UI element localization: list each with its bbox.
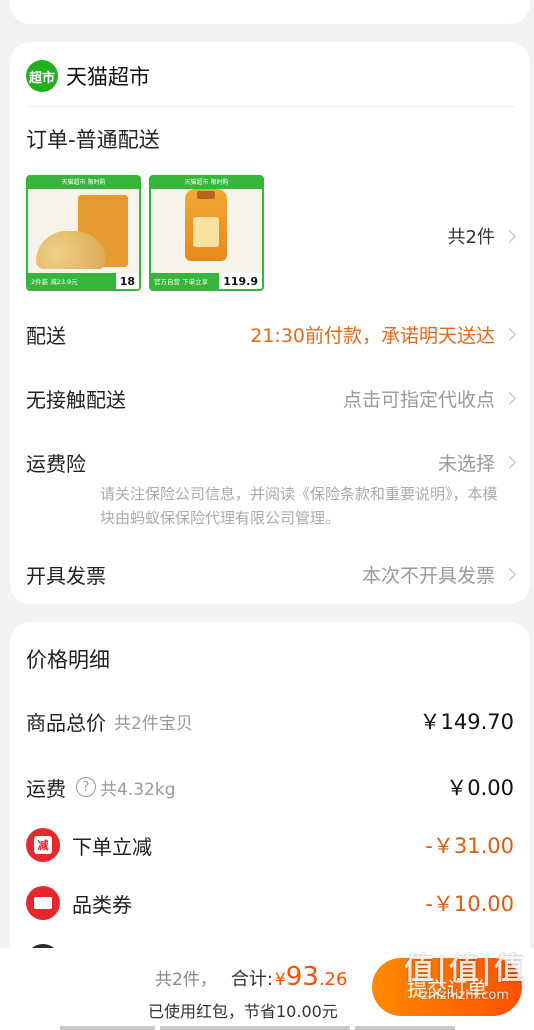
home-indicator xyxy=(355,1026,455,1030)
watermark-url: zhizhizhi.com xyxy=(421,988,509,1003)
contactless-row[interactable]: 无接触配送 点击可指定代收点 xyxy=(26,384,516,413)
chevron-right-icon xyxy=(503,328,516,341)
price-title: 价格明细 xyxy=(26,648,110,672)
previous-card xyxy=(10,0,530,24)
product-thumb-1[interactable]: 天猫超市 限时购 2件装 减23.9元 18 xyxy=(26,175,141,291)
contactless-label: 无接触配送 xyxy=(26,388,126,412)
goods-total-value: ￥149.70 xyxy=(419,710,514,734)
store-name: 天猫超市 xyxy=(66,65,150,89)
product-count: 共2件 xyxy=(447,227,495,248)
coupon-row[interactable]: 品类券 -￥10.00 xyxy=(26,886,514,920)
coupon-value: -￥10.00 xyxy=(425,892,514,916)
home-indicator xyxy=(60,1026,155,1030)
item-count: 共2件， xyxy=(155,970,217,990)
product-price: 18 xyxy=(119,274,135,288)
invoice-value-wrap: 本次不开具发票 xyxy=(361,561,516,588)
total-line: 共2件， 合计: ¥ 93 .26 xyxy=(155,962,347,992)
coupon-label: 品类券 xyxy=(72,892,132,917)
shipping-weight: 共4.32kg xyxy=(100,779,176,800)
order-card: 超市 天猫超市 订单-普通配送 天猫超市 限时购 2件装 减23.9元 18 天… xyxy=(10,42,530,604)
contactless-value: 点击可指定代收点 xyxy=(342,389,495,411)
insurance-note: 请关注保险公司信息，并阅读《保险条款和重要说明》，本模块由蚂蚁保保险代理有限公司… xyxy=(100,485,498,527)
oil-cap-shape xyxy=(197,191,215,199)
product-footer: 官方自营 下单立享 119.9 xyxy=(151,273,262,289)
product-count-link[interactable]: 共2件 xyxy=(447,223,516,249)
saved-text: 已使用红包，节省10.00元 xyxy=(148,1002,338,1021)
watermark-logo: 值|值|值 xyxy=(404,952,526,987)
invoice-value: 本次不开具发票 xyxy=(361,565,495,587)
product-tag: 官方自营 下单立享 xyxy=(151,273,220,289)
chevron-right-icon xyxy=(503,568,516,581)
delivery-label: 配送 xyxy=(26,324,66,348)
discount-icon-text: 减 xyxy=(34,836,52,854)
product-banner: 天猫超市 限时购 xyxy=(28,177,139,189)
shipping-value: ￥0.00 xyxy=(446,776,514,800)
chevron-right-icon xyxy=(503,392,516,405)
product-thumb-2[interactable]: 天猫超市 限时购 官方自营 下单立享 119.9 xyxy=(149,175,264,291)
insurance-value: 未选择 xyxy=(437,453,495,475)
insurance-label: 运费险 xyxy=(26,452,86,476)
help-icon[interactable]: ? xyxy=(76,777,96,797)
discount-row[interactable]: 减 下单立减 -￥31.00 xyxy=(26,828,514,862)
home-indicator xyxy=(160,1026,350,1030)
goods-total-row: 商品总价 共2件宝贝 ￥149.70 xyxy=(26,706,514,736)
chevron-right-icon xyxy=(503,229,516,243)
oil-label-shape xyxy=(193,217,219,247)
discount-label: 下单立减 xyxy=(72,834,152,859)
goods-total-sub: 共2件宝贝 xyxy=(114,713,193,734)
order-title: 订单-普通配送 xyxy=(26,128,160,152)
product-banner: 天猫超市 限时购 xyxy=(151,177,262,189)
product-tag: 2件装 减23.9元 xyxy=(28,273,116,289)
discount-icon: 减 xyxy=(26,828,60,862)
total-dec: .26 xyxy=(318,969,348,990)
product-footer: 2件装 减23.9元 18 xyxy=(28,273,139,289)
chevron-right-icon xyxy=(503,456,516,469)
insurance-row[interactable]: 运费险 未选择 xyxy=(26,448,516,477)
invoice-label: 开具发票 xyxy=(26,564,106,588)
store-header[interactable]: 超市 天猫超市 xyxy=(26,60,150,92)
site-watermark: 值|值|值 zhizhizhi.com xyxy=(404,944,526,1003)
contactless-value-wrap: 点击可指定代收点 xyxy=(342,385,516,412)
nuts-product-image xyxy=(36,191,131,271)
discount-value: -￥31.00 xyxy=(425,834,514,858)
invoice-row[interactable]: 开具发票 本次不开具发票 xyxy=(26,560,516,589)
total-currency: ¥ xyxy=(274,970,286,990)
product-price: 119.9 xyxy=(223,274,258,288)
delivery-row[interactable]: 配送 21:30前付款，承诺明天送达 xyxy=(26,320,516,349)
goods-total-label: 商品总价 xyxy=(26,710,106,735)
divider xyxy=(26,106,514,107)
ticket-icon xyxy=(26,886,60,920)
total-label: 合计: xyxy=(230,969,273,990)
product-list[interactable]: 天猫超市 限时购 2件装 减23.9元 18 天猫超市 限时购 官方自营 下单立… xyxy=(26,175,272,291)
shipping-row: 运费 ? 共4.32kg ￥0.00 xyxy=(26,772,514,802)
store-logo: 超市 xyxy=(26,60,58,92)
shipping-label: 运费 xyxy=(26,776,66,801)
delivery-value-wrap: 21:30前付款，承诺明天送达 xyxy=(250,321,516,348)
insurance-value-wrap: 未选择 xyxy=(437,449,516,476)
delivery-value: 21:30前付款，承诺明天送达 xyxy=(250,325,495,347)
total-int: 93 xyxy=(285,962,319,992)
